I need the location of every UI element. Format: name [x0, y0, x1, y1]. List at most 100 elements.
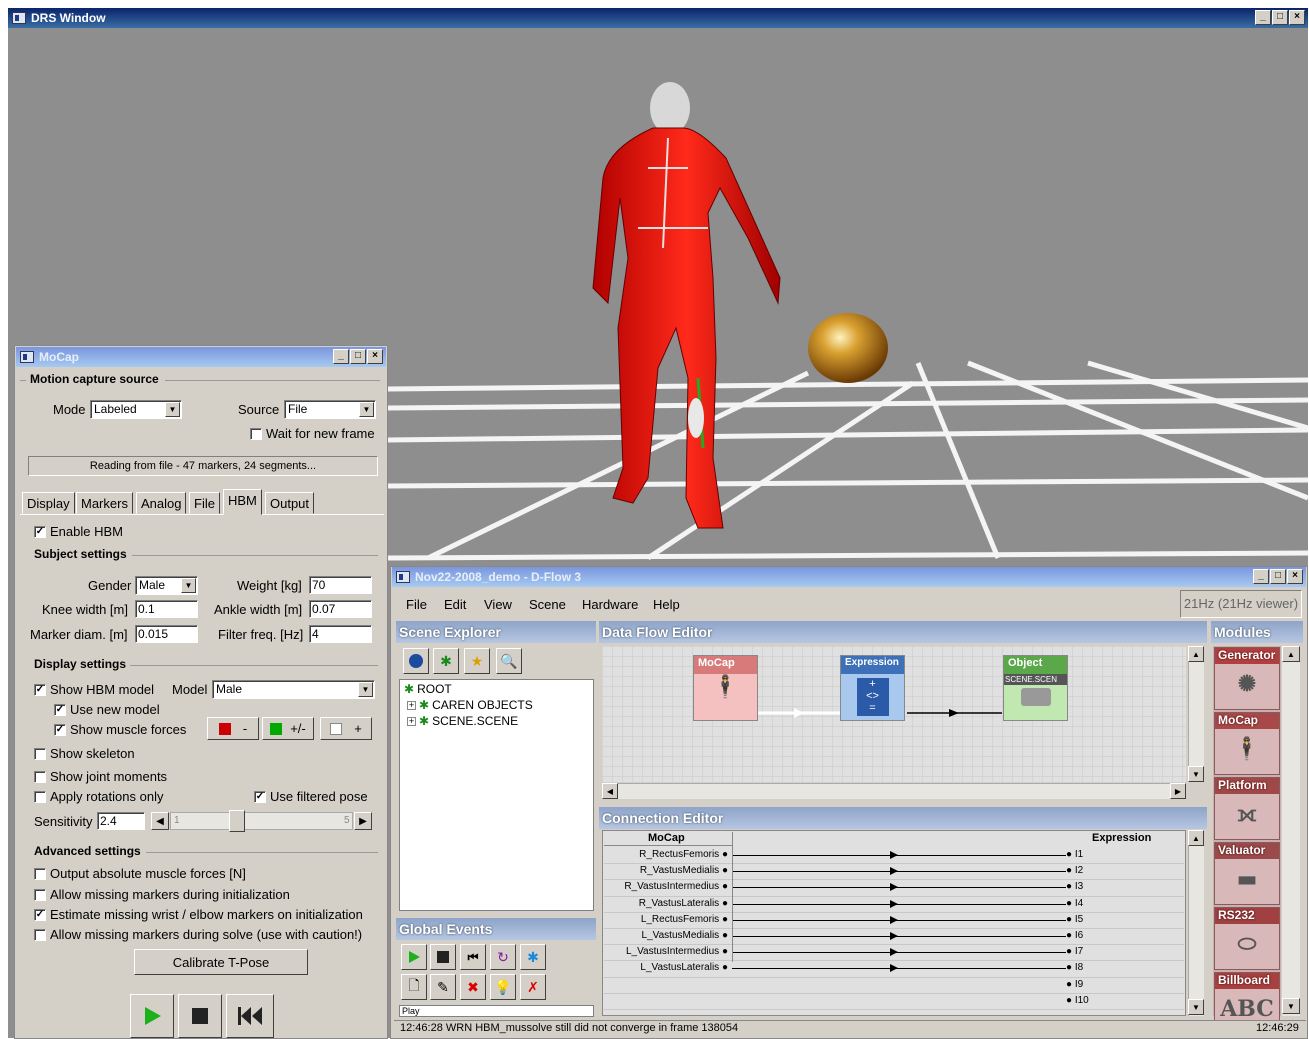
delete-event-button[interactable]: ✖	[460, 974, 486, 1000]
negative-color-button[interactable]: -	[207, 717, 259, 740]
tab-markers[interactable]: Markers	[76, 492, 133, 514]
dflow-minimize-button[interactable]: _	[1253, 569, 1269, 584]
use-new-model-checkbox[interactable]: ✓ Use new model	[54, 702, 160, 717]
scene-star-button[interactable]: ★	[464, 648, 490, 674]
modules-scroll-down-button[interactable]: ▼	[1282, 998, 1300, 1014]
weight-input[interactable]: 70	[309, 576, 372, 594]
scroll-down-button[interactable]: ▼	[1188, 766, 1204, 782]
conn-scroll-up-button[interactable]: ▲	[1188, 830, 1204, 846]
dflow-titlebar[interactable]: Nov22-2008_demo - D-Flow 3 _ □ ×	[392, 567, 1306, 587]
marker-diam-input[interactable]: 0.015	[135, 625, 198, 643]
node-object[interactable]: Object SCENE.SCEN	[1003, 655, 1068, 721]
menu-help[interactable]: Help	[653, 597, 680, 612]
allow-missing-markers-solve-checkbox[interactable]: Allow missing markers during solve (use …	[34, 927, 362, 942]
tab-display[interactable]: Display	[22, 492, 75, 514]
event-star-button[interactable]: ✱	[520, 944, 546, 970]
tree-item-scene[interactable]: + ✱ SCENE.SCENE	[407, 714, 518, 728]
scene-node-button[interactable]: ✱	[433, 648, 459, 674]
scene-globe-button[interactable]	[403, 648, 429, 674]
dflow-close-button[interactable]: ×	[1287, 569, 1303, 584]
mocap-maximize-button[interactable]: □	[350, 349, 366, 364]
tree-item-root[interactable]: ✱ ROOT	[404, 682, 452, 696]
positive-color-button[interactable]: +	[320, 717, 372, 740]
expand-icon[interactable]: +	[407, 700, 416, 710]
filter-freq-input[interactable]: 4	[309, 625, 372, 643]
source-select[interactable]: File ▼	[284, 400, 376, 419]
module-item-generator[interactable]: Generator ✺	[1214, 647, 1280, 710]
menu-scene[interactable]: Scene	[529, 597, 566, 612]
mocap-minimize-button[interactable]: _	[333, 349, 349, 364]
show-joint-moments-checkbox[interactable]: Show joint moments	[34, 769, 167, 784]
slider-right-button[interactable]: ▶	[354, 812, 372, 830]
table-row[interactable]	[604, 978, 1184, 994]
tab-hbm[interactable]: HBM	[223, 489, 262, 515]
stop-button[interactable]	[178, 994, 222, 1038]
rewind-button[interactable]	[226, 994, 274, 1038]
event-loop-button[interactable]: ↻	[490, 944, 516, 970]
show-hbm-model-checkbox[interactable]: ✓ Show HBM model	[34, 682, 154, 697]
drs-titlebar[interactable]: DRS Window _ □ ×	[8, 8, 1308, 28]
dfe-vertical-scrollbar[interactable]	[1188, 646, 1204, 782]
close-button[interactable]: ×	[1289, 10, 1305, 25]
tree-item-caren-objects[interactable]: + ✱ CAREN OBJECTS	[407, 698, 533, 712]
show-skeleton-checkbox[interactable]: Show skeleton	[34, 746, 135, 761]
menu-hardware[interactable]: Hardware	[582, 597, 638, 612]
sensitivity-slider-track[interactable]	[170, 812, 353, 830]
model-select[interactable]: Male ▼	[212, 680, 375, 699]
show-muscle-forces-checkbox[interactable]: ✓ Show muscle forces	[54, 722, 186, 737]
mocap-titlebar[interactable]: MoCap _ □ ×	[16, 347, 386, 367]
enable-hbm-checkbox[interactable]: ✓ Enable HBM	[34, 524, 123, 539]
dfe-horizontal-scrollbar[interactable]	[602, 783, 1186, 799]
menu-edit[interactable]: Edit	[444, 597, 466, 612]
event-play-button[interactable]	[401, 944, 427, 970]
mocap-close-button[interactable]: ×	[367, 349, 383, 364]
event-rewind-button[interactable]: ⏮	[460, 944, 486, 970]
maximize-button[interactable]: □	[1272, 10, 1288, 25]
output-absolute-muscle-forces-checkbox[interactable]: Output absolute muscle forces [N]	[34, 866, 246, 881]
allow-missing-markers-init-checkbox[interactable]: Allow missing markers during initializat…	[34, 887, 290, 902]
scroll-right-button[interactable]: ▶	[1170, 783, 1186, 799]
slider-left-button[interactable]: ◀	[151, 812, 169, 830]
new-event-button[interactable]: 🗋	[401, 974, 427, 1000]
apply-rotations-only-checkbox[interactable]: Apply rotations only	[34, 789, 163, 804]
mixed-color-button[interactable]: +/-	[262, 717, 314, 740]
play-button[interactable]	[130, 994, 174, 1038]
modules-scroll-up-button[interactable]: ▲	[1282, 646, 1300, 662]
calibrate-t-pose-button[interactable]: Calibrate T-Pose	[134, 949, 308, 975]
module-item-mocap[interactable]: MoCap 🕴	[1214, 712, 1280, 775]
conn-vertical-scrollbar[interactable]	[1188, 830, 1204, 1016]
module-item-billboard[interactable]: Billboard ABC	[1214, 972, 1280, 1024]
event-stop-button[interactable]	[430, 944, 456, 970]
hint-event-button[interactable]: 💡	[490, 974, 516, 1000]
sensitivity-input[interactable]: 2.4	[97, 812, 145, 830]
wait-new-frame-checkbox[interactable]: Wait for new frame	[250, 426, 375, 441]
modules-scrollbar[interactable]	[1282, 646, 1300, 1016]
tab-output[interactable]: Output	[265, 492, 315, 514]
dflow-maximize-button[interactable]: □	[1270, 569, 1286, 584]
conn-scroll-down-button[interactable]: ▼	[1188, 999, 1204, 1015]
mode-select[interactable]: Labeled ▼	[90, 400, 182, 419]
slider-thumb[interactable]	[229, 810, 245, 832]
estimate-missing-markers-checkbox[interactable]: ✓ Estimate missing wrist / elbow markers …	[34, 907, 363, 922]
menu-file[interactable]: File	[406, 597, 427, 612]
minimize-button[interactable]: _	[1255, 10, 1271, 25]
event-list[interactable]: Play	[399, 1005, 594, 1017]
menu-view[interactable]: View	[484, 597, 512, 612]
module-item-rs232[interactable]: RS232 ⬭	[1214, 907, 1280, 970]
scene-search-button[interactable]: 🔍	[496, 648, 522, 674]
module-item-platform[interactable]: Platform ⟗	[1214, 777, 1280, 840]
node-mocap[interactable]: MoCap 🕴	[693, 655, 758, 721]
scroll-up-button[interactable]: ▲	[1188, 646, 1204, 662]
remove-event-button[interactable]: ✗	[520, 974, 546, 1000]
ankle-width-input[interactable]: 0.07	[309, 600, 372, 618]
node-expression[interactable]: Expression + <> =	[840, 655, 905, 721]
knee-width-input[interactable]: 0.1	[135, 600, 198, 618]
edit-event-button[interactable]: ✎	[430, 974, 456, 1000]
use-filtered-pose-checkbox[interactable]: ✓ Use filtered pose	[254, 789, 368, 804]
gender-select[interactable]: Male ▼	[135, 576, 198, 595]
tab-analog[interactable]: Analog	[136, 492, 187, 514]
scroll-left-button[interactable]: ◀	[602, 783, 618, 799]
expand-icon[interactable]: +	[407, 716, 416, 726]
tab-file[interactable]: File	[189, 492, 220, 514]
table-row[interactable]	[604, 994, 1184, 1010]
